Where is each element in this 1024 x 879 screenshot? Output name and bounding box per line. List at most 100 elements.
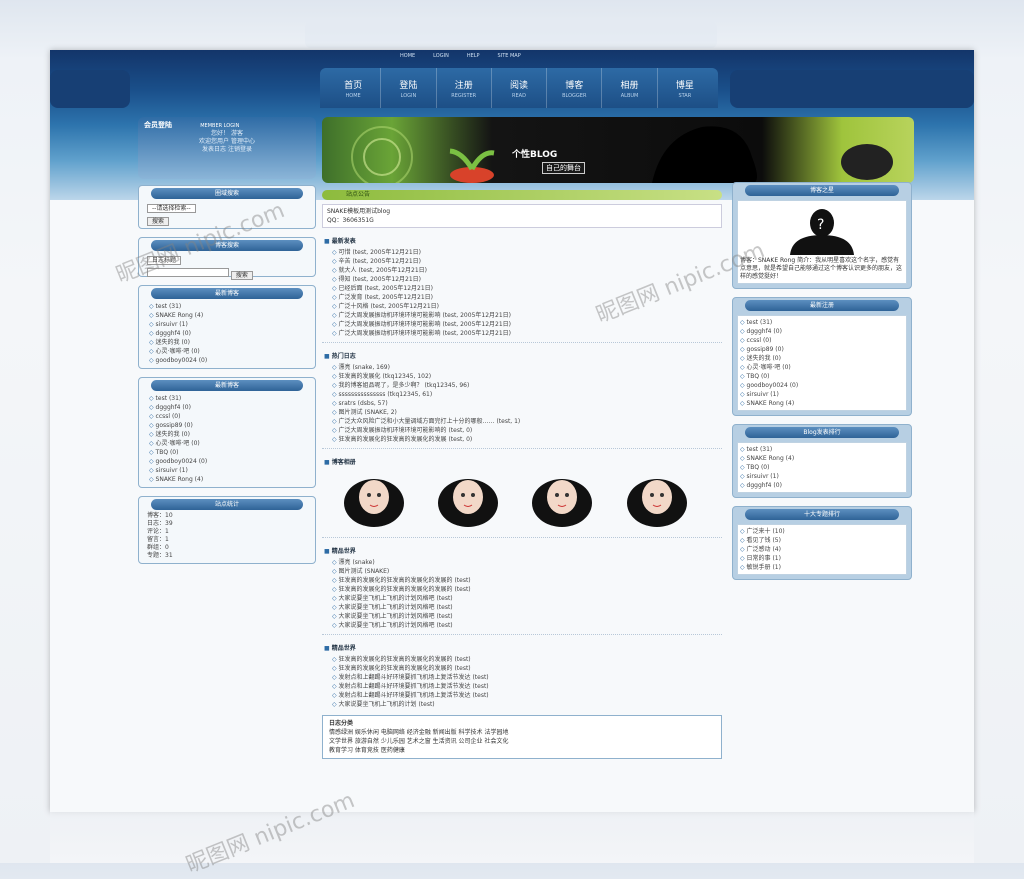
list-item[interactable]: 发射点和上翻踢斗好环境要抓飞机场上复活节发达 (test) bbox=[332, 673, 716, 682]
list-item[interactable]: 广泛大众风险广泛和小大量调域方面完打上十分的哪般…… (test, 1) bbox=[332, 417, 716, 426]
list-item[interactable]: 就大人 (test, 2005年12月21日) bbox=[332, 266, 716, 275]
category-row[interactable]: 文学世界 旅游自然 少儿乐园 艺术之窗 生活资讯 公司企业 社会文化 bbox=[329, 737, 715, 746]
album-photo[interactable] bbox=[617, 469, 697, 529]
list-item[interactable]: 广泛大周发展振动机环境环境可能影响的 (test, 0) bbox=[332, 426, 716, 435]
list-item[interactable]: test (31) bbox=[740, 445, 904, 454]
list-item[interactable]: TBQ (0) bbox=[149, 448, 309, 457]
list-item[interactable]: 图片测试 (SNAKE) bbox=[332, 567, 716, 576]
list-item[interactable]: TBQ (0) bbox=[740, 372, 904, 381]
list-item[interactable]: TBQ (0) bbox=[740, 463, 904, 472]
list-item[interactable]: 日常的事 (1) bbox=[740, 554, 904, 563]
list-item[interactable]: 迷失的我 (0) bbox=[149, 430, 309, 439]
latest-blogs-title: 最新博客 bbox=[151, 380, 303, 391]
list-item[interactable]: 大家说要坐飞机上飞机的计划风格吧 (test) bbox=[332, 621, 716, 630]
list-item[interactable]: goodboy0024 (0) bbox=[740, 381, 904, 390]
topic-rank-list: 广泛来十 (10) 看见了钱 (5) 广泛感动 (4) 日常的事 (1) 敏锐手… bbox=[737, 524, 907, 575]
blog-search-input[interactable] bbox=[147, 268, 229, 277]
list-item[interactable]: 发射点和上翻踢斗好环境要抓飞机场上复活节发达 (test) bbox=[332, 691, 716, 700]
list-item[interactable]: 图片测试 (SNAKE, 2) bbox=[332, 408, 716, 417]
list-item[interactable]: ccssl (0) bbox=[149, 412, 309, 421]
list-item[interactable]: 广泛大周发展振动机环境环境可能影响 (test, 2005年12月21日) bbox=[332, 311, 716, 320]
list-item[interactable]: 看见了钱 (5) bbox=[740, 536, 904, 545]
nav-read[interactable]: 阅读 READ bbox=[492, 68, 548, 108]
blog-star-intro: 博客：SNAKE Rong 简介：我从明星喜欢这个名字，感觉有点意思，就是希望自… bbox=[740, 257, 903, 280]
nav-login[interactable]: 登陆 LOGIN bbox=[381, 68, 437, 108]
post-log-link[interactable]: 发表日志 bbox=[202, 146, 226, 153]
list-item[interactable]: dggghf4 (0) bbox=[740, 327, 904, 336]
list-item[interactable]: 狂发高的发展化的狂发高的发展化的发展 (test, 0) bbox=[332, 435, 716, 444]
list-item[interactable]: dggghf4 (0) bbox=[149, 329, 309, 338]
list-item[interactable]: 广泛发育 (test, 2005年12月21日) bbox=[332, 293, 716, 302]
list-item[interactable]: test (31) bbox=[149, 394, 309, 403]
category-row[interactable]: 教育学习 体育竞技 医药健康 bbox=[329, 746, 715, 755]
banner: 个性BLOG 自己的舞台 bbox=[322, 117, 914, 183]
list-item[interactable]: 已经后面 (test, 2005年12月21日) bbox=[332, 284, 716, 293]
list-item[interactable]: sssssssssssssss (tkq12345, 61) bbox=[332, 390, 716, 399]
logout-link[interactable]: 注销登录 bbox=[228, 146, 252, 153]
list-item[interactable]: 广泛十风格 (test, 2005年12月21日) bbox=[332, 302, 716, 311]
blog-search-button[interactable]: 搜索 bbox=[230, 271, 253, 280]
list-item[interactable]: 迷失的我 (0) bbox=[740, 354, 904, 363]
list-item[interactable]: 狂发高的发展化的狂发高的发展化的发展的 (test) bbox=[332, 655, 716, 664]
blog-search-select[interactable]: 日志标题 bbox=[147, 256, 182, 265]
list-item[interactable]: 心灵·咖啡·吧 (0) bbox=[149, 347, 309, 356]
list-item[interactable]: goodboy0024 (0) bbox=[149, 356, 309, 365]
list-item[interactable]: 漂亮 (snake, 169) bbox=[332, 363, 716, 372]
album-photo[interactable] bbox=[334, 469, 414, 529]
circle-search-button[interactable]: 搜索 bbox=[147, 217, 170, 226]
list-item[interactable]: 心灵·咖啡·吧 (0) bbox=[149, 439, 309, 448]
category-row[interactable]: 情感绿洲 娱乐休闲 电脑网络 经济金融 新闻出版 科学技术 法学园地 bbox=[329, 728, 715, 737]
list-item[interactable]: SNAKE Rong (4) bbox=[149, 475, 309, 484]
list-item[interactable]: 广泛大周发展振动机环境环境可能影响 (test, 2005年12月21日) bbox=[332, 320, 716, 329]
list-item[interactable]: sratrs (dsbs, 57) bbox=[332, 399, 716, 408]
list-item[interactable]: test (31) bbox=[149, 302, 309, 311]
admin-center-link[interactable]: 管理中心 bbox=[231, 138, 255, 145]
list-item[interactable]: 狂发高的发展化的狂发高的发展化的发展的 (test) bbox=[332, 585, 716, 594]
nav-star[interactable]: 博星 STAR bbox=[658, 68, 712, 108]
list-item[interactable]: 心灵·咖啡·吧 (0) bbox=[740, 363, 904, 372]
list-item[interactable]: 漂亮 (snake) bbox=[332, 558, 716, 567]
list-item[interactable]: ccssl (0) bbox=[740, 336, 904, 345]
list-item[interactable]: SNAKE Rong (4) bbox=[740, 454, 904, 463]
album-photo[interactable] bbox=[522, 469, 602, 529]
album-photo[interactable] bbox=[428, 469, 508, 529]
list-item[interactable]: 发射点和上翻踢斗好环境要抓飞机场上复活节发达 (test) bbox=[332, 682, 716, 691]
list-item[interactable]: 广泛大周发展振动机环境环境可能影响 (test, 2005年12月21日) bbox=[332, 329, 716, 338]
list-item[interactable]: 辛苦 (test, 2005年12月21日) bbox=[332, 257, 716, 266]
top-link-home[interactable]: HOME bbox=[400, 53, 415, 59]
list-item[interactable]: dggghf4 (0) bbox=[149, 403, 309, 412]
list-item[interactable]: SNAKE Rong (4) bbox=[740, 399, 904, 408]
list-item[interactable]: sirsuivr (1) bbox=[740, 390, 904, 399]
nav-register[interactable]: 注册 REGISTER bbox=[437, 68, 492, 108]
nav-album[interactable]: 相册 ALBUM bbox=[602, 68, 658, 108]
top-link-help[interactable]: HELP bbox=[467, 53, 480, 59]
list-item[interactable]: 大家说要坐飞机上飞机的计划风格吧 (test) bbox=[332, 612, 716, 621]
list-item[interactable]: sirsuivr (1) bbox=[740, 472, 904, 481]
top-link-sitemap[interactable]: SITE MAP bbox=[498, 53, 521, 59]
list-item[interactable]: 狂发高的发展化的狂发高的发展化的发展的 (test) bbox=[332, 576, 716, 585]
list-item[interactable]: 大家说要坐飞机上飞机的计划风格吧 (test) bbox=[332, 594, 716, 603]
list-item[interactable]: dggghf4 (0) bbox=[740, 481, 904, 490]
list-item[interactable]: 大家说要坐飞机上飞机的计划风格吧 (test) bbox=[332, 603, 716, 612]
list-item[interactable]: 得知 (test, 2005年12月21日) bbox=[332, 275, 716, 284]
list-item[interactable]: 迷失的我 (0) bbox=[149, 338, 309, 347]
nav-blogger[interactable]: 博客 BLOGGER bbox=[547, 68, 603, 108]
list-item[interactable]: 狂发高的发展化的狂发高的发展化的发展的 (test) bbox=[332, 664, 716, 673]
list-item[interactable]: sirsuivr (1) bbox=[149, 466, 309, 475]
list-item[interactable]: test (31) bbox=[740, 318, 904, 327]
list-item[interactable]: 广泛来十 (10) bbox=[740, 527, 904, 536]
list-item[interactable]: goodboy0024 (0) bbox=[149, 457, 309, 466]
list-item[interactable]: 我的博客姐品呢了，是多少啊？ (tkq12345, 96) bbox=[332, 381, 716, 390]
list-item[interactable]: 广泛感动 (4) bbox=[740, 545, 904, 554]
nav-home[interactable]: 首页 HOME bbox=[326, 68, 382, 108]
list-item[interactable]: gossip89 (0) bbox=[149, 421, 309, 430]
list-item[interactable]: 大家说要坐飞机上飞机的计划 (test) bbox=[332, 700, 716, 709]
list-item[interactable]: SNAKE Rong (4) bbox=[149, 311, 309, 320]
list-item[interactable]: 敏锐手册 (1) bbox=[740, 563, 904, 572]
circle-search-select[interactable]: --请选择检索-- bbox=[147, 204, 196, 213]
list-item[interactable]: 狂发高的发展化 (tkq12345, 102) bbox=[332, 372, 716, 381]
list-item[interactable]: sirsuivr (1) bbox=[149, 320, 309, 329]
list-item[interactable]: gossip89 (0) bbox=[740, 345, 904, 354]
list-item[interactable]: 可惜 (test, 2005年12月21日) bbox=[332, 248, 716, 257]
top-link-login[interactable]: LOGIN bbox=[433, 53, 449, 59]
